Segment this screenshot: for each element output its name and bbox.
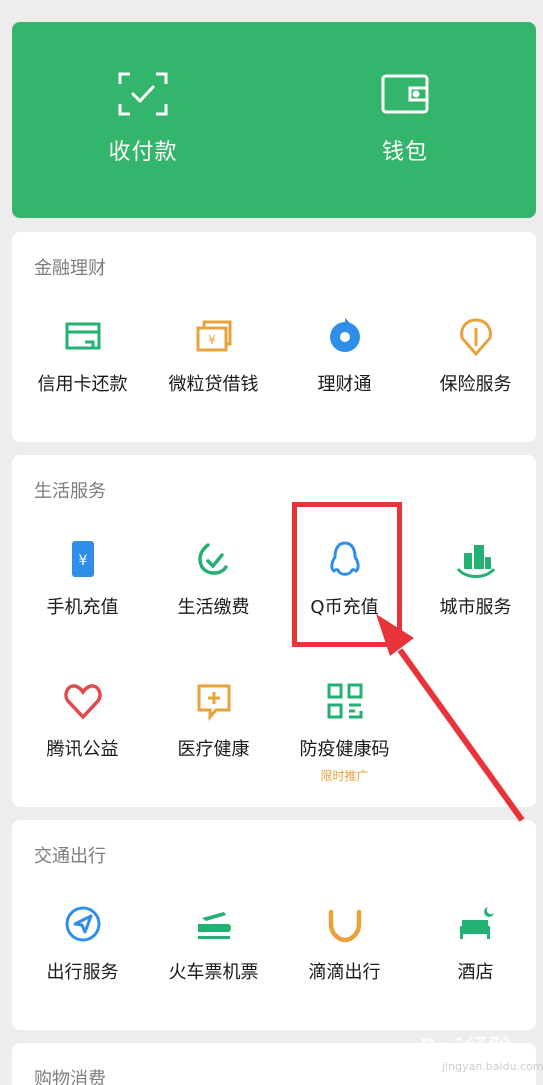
licaitong-item[interactable]: 理财通 (279, 316, 410, 396)
weili-loan-item[interactable]: ¥ 微粒贷借钱 (148, 316, 279, 396)
phone-topup-item[interactable]: ¥ 手机充值 (17, 539, 148, 619)
pay-receive-label: 收付款 (108, 140, 178, 165)
section-title: 金融理财 (34, 258, 106, 279)
service-label: 酒店 (457, 962, 494, 983)
annotation-arrow-icon (376, 614, 525, 822)
finance-section: 金融理财 信用卡还款 ¥ 微粒贷借钱 理财通 保险服务 (12, 232, 536, 442)
didi-item[interactable]: 滴滴出行 (279, 904, 410, 984)
service-label: 信用卡还款 (37, 374, 128, 395)
wallet-icon (381, 74, 429, 114)
service-label: 微粒贷借钱 (168, 374, 259, 395)
service-label: 腾讯公益 (46, 739, 119, 760)
credit-card-icon (65, 322, 100, 350)
tencent-charity-item[interactable]: 腾讯公益 (17, 681, 148, 761)
medical-icon (197, 684, 230, 721)
insurance-icon (459, 318, 492, 356)
svg-text:¥: ¥ (78, 553, 87, 569)
top-card: 收付款 钱包 (12, 22, 536, 218)
train-plane-item[interactable]: 火车票机票 (148, 904, 279, 984)
section-title: 生活服务 (34, 481, 106, 502)
utility-bill-item[interactable]: 生活缴费 (148, 539, 279, 619)
wealth-icon (329, 318, 360, 352)
section-title: 交通出行 (34, 846, 106, 867)
watermark-url: jingyan.baidu.com (442, 1060, 543, 1073)
charity-icon (63, 684, 102, 720)
hotel-item[interactable]: 酒店 (410, 904, 541, 984)
pay-receive-button[interactable]: 收付款 (12, 22, 274, 218)
service-label: 保险服务 (439, 374, 512, 395)
svg-text:¥: ¥ (208, 333, 216, 347)
scan-pay-icon (118, 72, 168, 116)
travel-services-item[interactable]: 出行服务 (17, 904, 148, 984)
loan-icon: ¥ (196, 320, 231, 352)
service-label: 出行服务 (46, 962, 119, 983)
service-label: 理财通 (317, 374, 372, 395)
wallet-label: 钱包 (381, 140, 428, 165)
credit-card-repay-item[interactable]: 信用卡还款 (17, 316, 148, 396)
hotel-icon (459, 907, 494, 939)
navigation-icon (65, 906, 100, 942)
wallet-button[interactable]: 钱包 (274, 22, 536, 218)
service-label: 火车票机票 (168, 962, 259, 983)
transport-section: 交通出行 出行服务 火车票机票 滴滴出行 酒店 (12, 820, 536, 1030)
medical-health-item[interactable]: 医疗健康 (148, 681, 279, 761)
service-label: 手机充值 (46, 597, 119, 618)
watermark-logo: Bai经验 (418, 1034, 509, 1062)
section-title: 购物消费 (34, 1069, 106, 1085)
didi-icon (328, 909, 361, 943)
service-label: 生活缴费 (177, 597, 250, 618)
phone-topup-icon: ¥ (71, 541, 94, 577)
qr-code-icon (327, 683, 362, 719)
service-label: 医疗健康 (177, 739, 250, 760)
service-label: 滴滴出行 (308, 962, 381, 983)
insurance-item[interactable]: 保险服务 (410, 316, 541, 396)
city-services-icon (456, 545, 495, 578)
utility-bill-icon (197, 543, 228, 575)
train-plane-icon (197, 912, 231, 939)
